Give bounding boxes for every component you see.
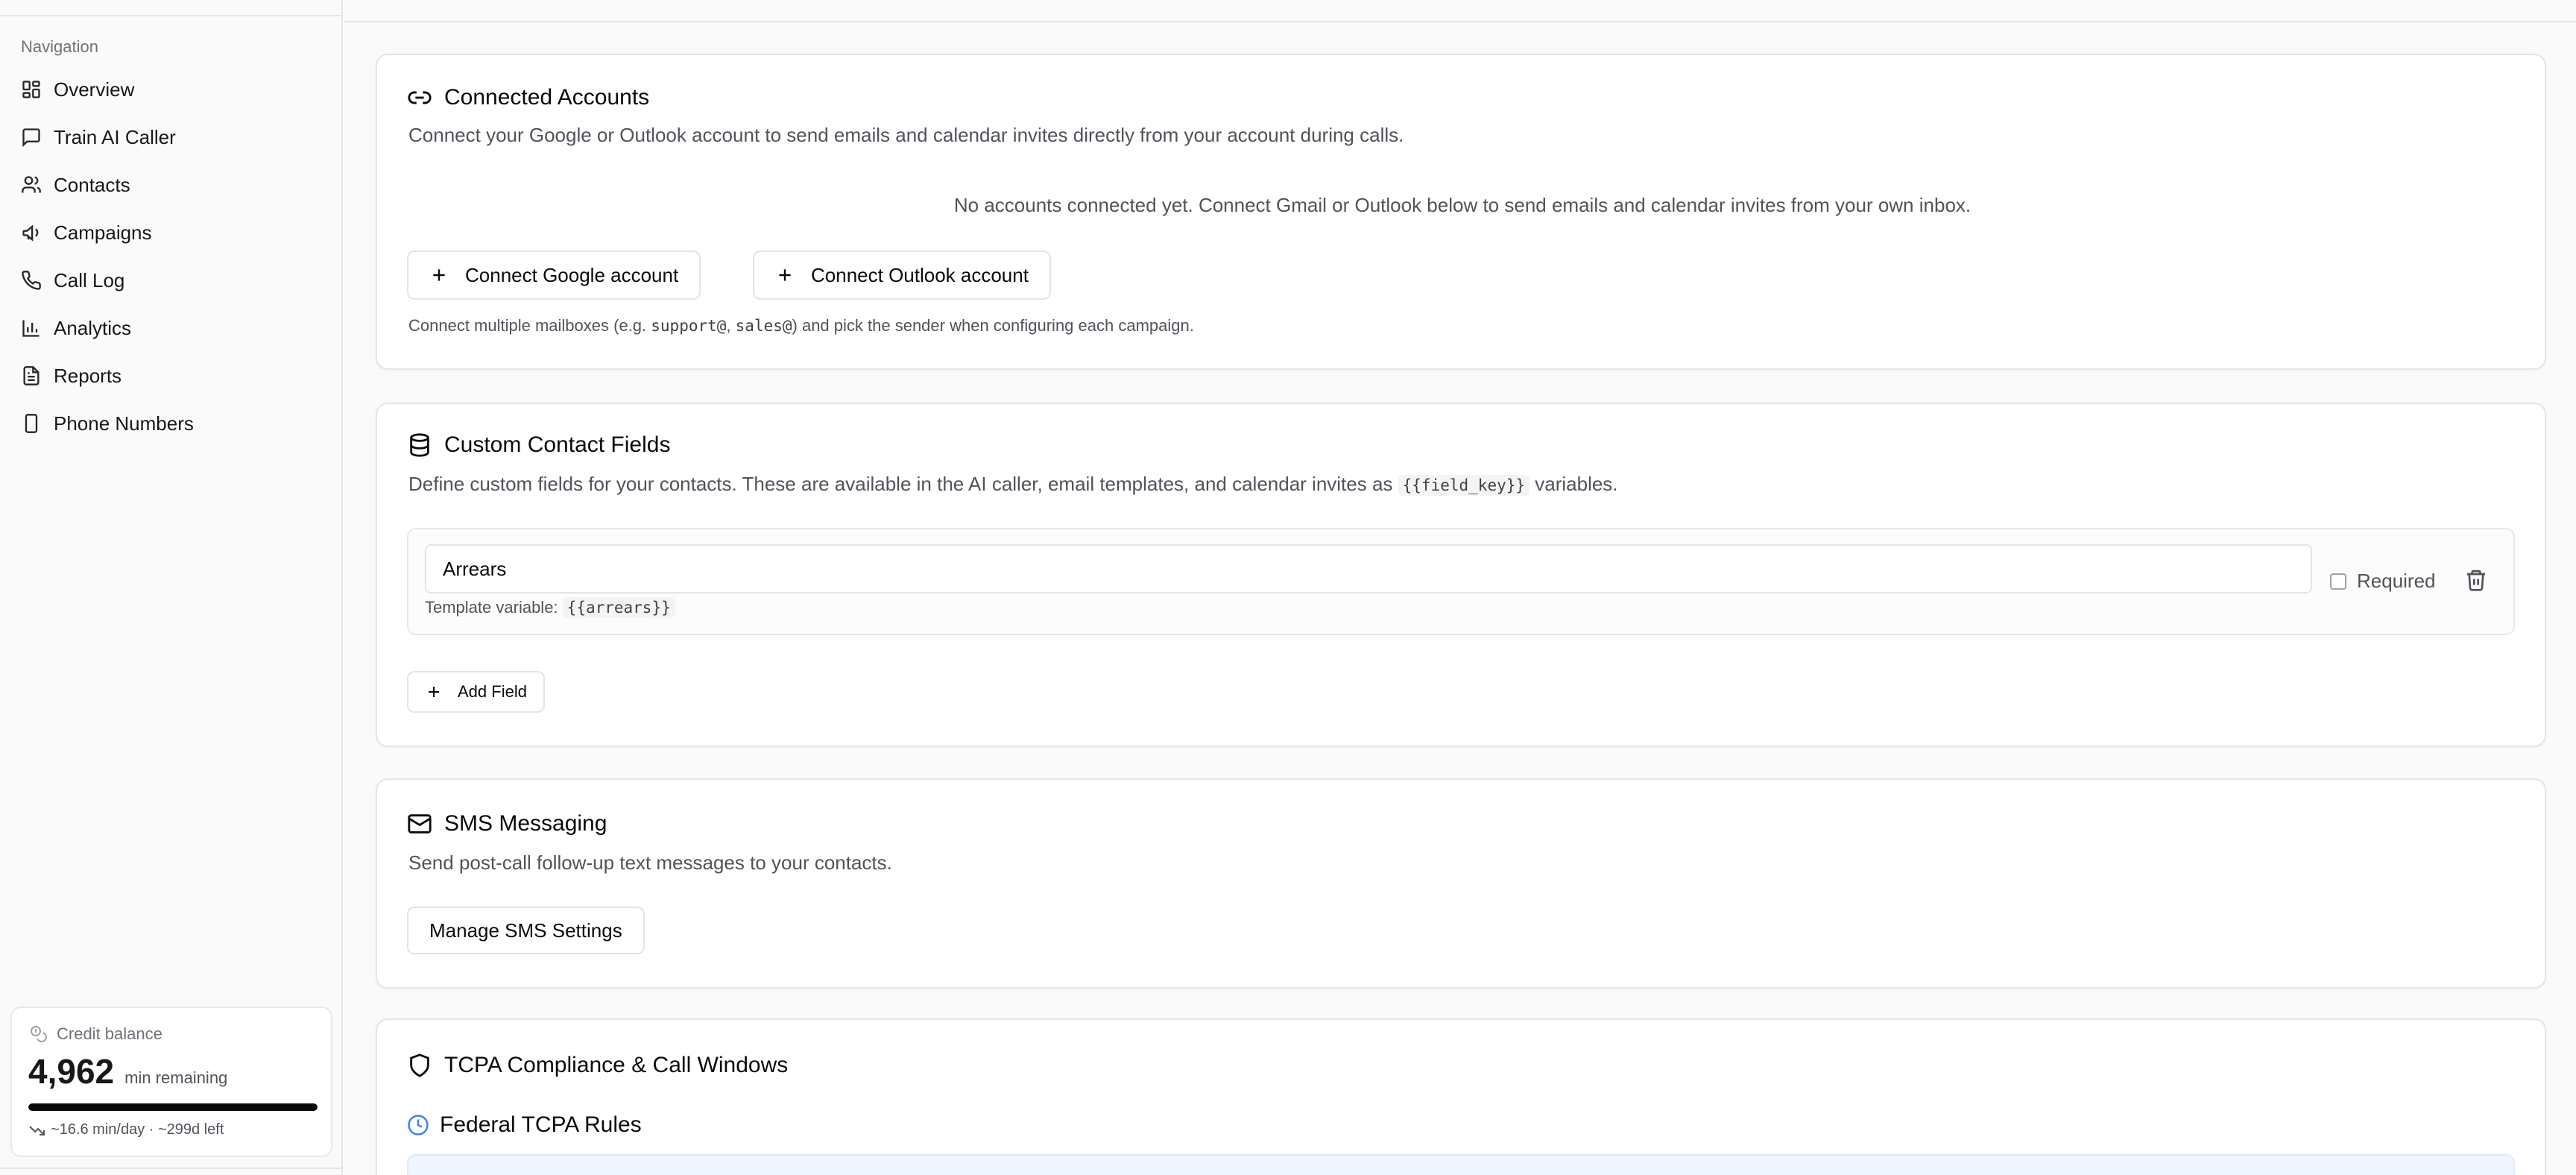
plus-icon <box>779 269 791 281</box>
custom-fields-title: Custom Contact Fields <box>407 432 670 458</box>
sidebar-item-label: Contacts <box>54 173 130 196</box>
sms-title: SMS Messaging <box>407 811 607 837</box>
top-bar <box>344 0 2576 22</box>
connected-accounts-card: Connected Accounts Connect your Google o… <box>376 54 2546 370</box>
tcpa-compliance-card: TCPA Compliance & Call Windows Federal T… <box>376 1018 2546 1175</box>
inline-code: {{field_key}} <box>1398 475 1530 496</box>
sidebar-item-label: Train AI Caller <box>54 125 176 148</box>
federal-rules-panel <box>407 1154 2515 1175</box>
sidebar-item-analytics[interactable]: Analytics <box>10 304 331 352</box>
connect-outlook-button[interactable]: Connect Outlook account <box>753 251 1051 300</box>
smartphone-icon <box>25 414 38 433</box>
sidebar-item-call-log[interactable]: Call Log <box>10 256 331 304</box>
sidebar-item-campaigns[interactable]: Campaigns <box>10 209 331 256</box>
mail-icon <box>408 814 432 834</box>
sidebar-item-phone-numbers[interactable]: Phone Numbers <box>10 400 331 447</box>
sidebar-item-label: Campaigns <box>54 221 152 244</box>
credit-burn-rate: ~16.6 min/day · ~299d left <box>28 1121 224 1138</box>
custom-fields-description: Define custom fields for your contacts. … <box>408 473 1618 496</box>
credit-unit: min remaining <box>124 1068 228 1087</box>
trash-icon[interactable] <box>2464 568 2488 592</box>
credit-balance-label: Credit balance <box>30 1024 162 1044</box>
main-content: Connected Accounts Connect your Google o… <box>344 0 2576 1175</box>
sms-description: Send post-call follow-up text messages t… <box>408 851 892 874</box>
custom-field-row: Template variable: {{arrears}} Required <box>407 528 2515 635</box>
manage-sms-settings-button[interactable]: Manage SMS Settings <box>407 907 645 954</box>
field-name-input[interactable] <box>425 544 2312 593</box>
file-text-icon <box>23 366 40 385</box>
coins-icon <box>31 1026 47 1042</box>
inline-code: sales@ <box>735 317 792 335</box>
credit-progress-fill <box>28 1103 318 1111</box>
sidebar-item-label: Phone Numbers <box>54 412 194 435</box>
shield-icon <box>410 1053 429 1077</box>
sidebar-item-label: Reports <box>54 364 122 387</box>
link-icon <box>408 91 432 104</box>
sidebar-item-train-ai-caller[interactable]: Train AI Caller <box>10 113 331 161</box>
federal-tcpa-rules-heading: Federal TCPA Rules <box>407 1112 642 1138</box>
add-field-button[interactable]: Add Field <box>407 671 545 713</box>
multiple-mailboxes-hint: Connect multiple mailboxes (e.g. support… <box>408 316 1194 335</box>
inline-code: support@ <box>651 317 727 335</box>
sidebar-item-label: Call Log <box>54 268 125 292</box>
sidebar-footer-divider <box>0 1168 343 1175</box>
nav-list: Overview Train AI Caller Contacts Campai… <box>10 66 331 447</box>
connect-google-button[interactable]: Connect Google account <box>407 251 701 300</box>
trending-down-icon <box>29 1125 45 1135</box>
nav-heading: Navigation <box>21 37 98 56</box>
sidebar-header-divider <box>0 0 343 16</box>
required-checkbox[interactable]: Required <box>2330 570 2436 593</box>
connected-accounts-description: Connect your Google or Outlook account t… <box>408 124 1404 146</box>
custom-contact-fields-card: Custom Contact Fields Define custom fiel… <box>376 403 2546 747</box>
connected-accounts-title: Connected Accounts <box>407 85 649 110</box>
phone-icon <box>22 271 41 290</box>
checkbox[interactable] <box>2330 573 2346 590</box>
plus-icon <box>429 687 439 697</box>
sidebar-item-label: Analytics <box>54 316 132 339</box>
dashboard-icon <box>22 81 40 98</box>
users-icon <box>22 176 41 193</box>
sidebar-item-reports[interactable]: Reports <box>10 352 331 400</box>
inline-code: {{arrears}} <box>562 597 675 618</box>
message-square-icon <box>22 128 40 148</box>
bar-chart-icon <box>22 320 40 337</box>
credit-balance-value: 4,962 min remaining <box>28 1051 227 1091</box>
template-variable: Template variable: {{arrears}} <box>425 597 675 618</box>
database-icon <box>410 433 429 457</box>
sidebar-item-label: Overview <box>54 78 135 101</box>
clock-icon <box>408 1115 429 1135</box>
plus-icon <box>433 269 445 281</box>
credit-balance-card: Credit balance 4,962 min remaining ~16.6… <box>10 1007 332 1157</box>
megaphone-icon <box>22 224 39 242</box>
tcpa-title: TCPA Compliance & Call Windows <box>407 1053 788 1078</box>
sidebar: Navigation Overview Train AI Caller Cont… <box>0 0 343 1175</box>
sidebar-item-overview[interactable]: Overview <box>10 66 331 113</box>
credit-minutes: 4,962 <box>28 1052 115 1091</box>
sms-messaging-card: SMS Messaging Send post-call follow-up t… <box>376 778 2546 989</box>
credit-progress-bar <box>28 1103 318 1111</box>
no-accounts-message: No accounts connected yet. Connect Gmail… <box>953 194 1972 216</box>
sidebar-item-contacts[interactable]: Contacts <box>10 161 331 209</box>
